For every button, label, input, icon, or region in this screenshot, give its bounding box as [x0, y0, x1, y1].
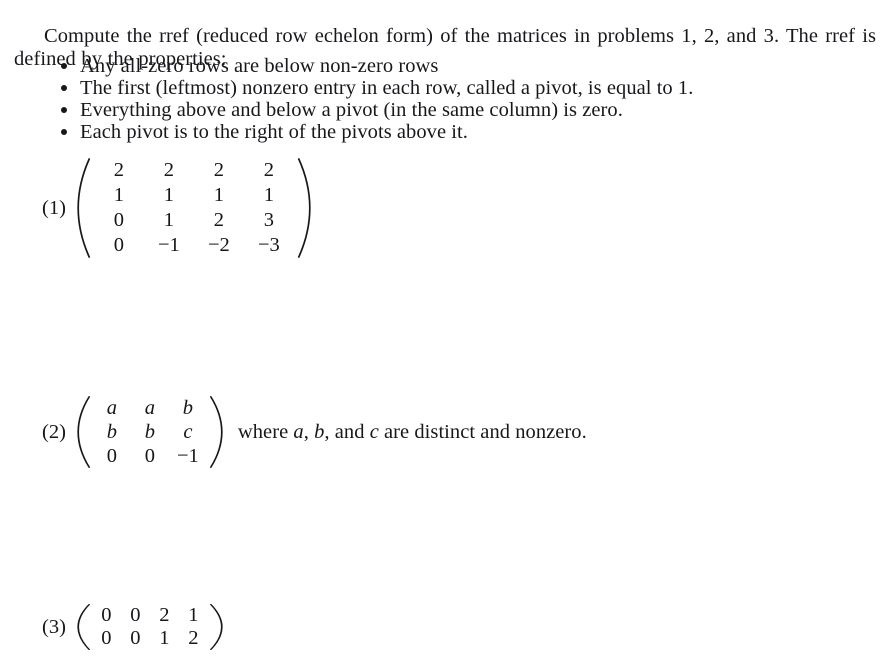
- matrix-cell: b: [106, 420, 118, 443]
- problem-1: (1) 2 2 2 2 1 1 1 1 0 1 2 3 0 −1 −2 −3: [42, 158, 312, 258]
- matrix-cell: 1: [113, 184, 125, 207]
- matrix-grid: 2 2 2 2 1 1 1 1 0 1 2 3 0 −1 −2 −3: [94, 158, 294, 258]
- matrix-grid: a a b b b c 0 0 −1: [93, 396, 207, 468]
- table-row: 0 0 −1: [93, 444, 207, 468]
- left-paren-icon: [76, 396, 91, 468]
- matrix-cell: 1: [213, 184, 225, 207]
- left-paren-icon: [76, 158, 91, 258]
- table-row: 0 0 2 1: [92, 604, 208, 627]
- matrix-cell: 0: [113, 209, 125, 232]
- note-sep-1: ,: [303, 420, 315, 443]
- matrix-cell: 0: [101, 604, 112, 627]
- matrix-cell: a: [144, 396, 156, 419]
- right-paren-icon: [209, 396, 224, 468]
- problem-3-label: (3): [42, 615, 66, 638]
- matrix-cell: 2: [213, 159, 225, 182]
- note-suffix: are distinct and nonzero.: [378, 420, 587, 443]
- matrix-cell: 2: [163, 159, 175, 182]
- problem-2-note: where a, b, and c are distinct and nonze…: [238, 421, 587, 444]
- matrix-cell: −2: [208, 234, 230, 257]
- matrix-cell: 1: [163, 209, 175, 232]
- note-var-c: c: [369, 420, 379, 443]
- bullet-icon: [61, 85, 67, 91]
- right-paren-icon: [297, 158, 312, 258]
- problem-3-matrix: 0 0 2 1 0 0 1 2: [76, 604, 224, 650]
- matrix-cell: 0: [113, 234, 125, 257]
- matrix-cell: b: [182, 396, 194, 419]
- bullet-icon: [61, 129, 67, 135]
- problem-3: (3) 0 0 2 1 0 0 1 2: [42, 604, 224, 650]
- problem-2: (2) a a b b b c 0 0 −1 where a, b, and c…: [42, 396, 587, 468]
- table-row: a a b: [93, 396, 207, 420]
- matrix-cell: 0: [106, 444, 118, 467]
- note-sep-2: , and: [324, 420, 370, 443]
- table-row: 2 2 2 2: [94, 158, 294, 183]
- matrix-cell: 2: [113, 159, 125, 182]
- matrix-cell: a: [106, 396, 118, 419]
- list-item-label: Any all-zero rows are below non-zero row…: [80, 55, 439, 77]
- list-item: Each pivot is to the right of the pivots…: [56, 121, 856, 143]
- matrix-cell: 2: [159, 604, 170, 627]
- list-item-label: The first (leftmost) nonzero entry in ea…: [80, 77, 694, 99]
- problem-2-matrix: a a b b b c 0 0 −1: [76, 396, 224, 468]
- table-row: 1 1 1 1: [94, 183, 294, 208]
- matrix-cell: 2: [188, 627, 199, 650]
- list-item: Everything above and below a pivot (in t…: [56, 99, 856, 121]
- problem-1-matrix: 2 2 2 2 1 1 1 1 0 1 2 3 0 −1 −2 −3: [76, 158, 312, 258]
- right-paren-icon: [209, 604, 224, 650]
- bullet-icon: [61, 63, 67, 69]
- matrix-cell: 2: [213, 209, 225, 232]
- rref-properties-list: Any all-zero rows are below non-zero row…: [56, 55, 856, 143]
- matrix-cell: b: [144, 420, 156, 443]
- document-page: Compute the rref (reduced row echelon fo…: [0, 0, 895, 664]
- matrix-cell: −1: [158, 234, 180, 257]
- table-row: b b c: [93, 420, 207, 444]
- bullet-icon: [61, 107, 67, 113]
- problem-1-label: (1): [42, 196, 66, 219]
- list-item-label: Each pivot is to the right of the pivots…: [80, 121, 468, 143]
- problem-2-label: (2): [42, 420, 66, 443]
- note-prefix: where: [237, 420, 294, 443]
- matrix-cell: 1: [159, 627, 170, 650]
- matrix-cell: 0: [144, 444, 156, 467]
- left-paren-icon: [76, 604, 91, 650]
- matrix-grid: 0 0 2 1 0 0 1 2: [92, 604, 208, 650]
- note-var-b: b: [314, 420, 325, 443]
- matrix-cell: c: [183, 420, 193, 443]
- list-item: The first (leftmost) nonzero entry in ea…: [56, 77, 856, 99]
- note-var-a: a: [293, 420, 304, 443]
- matrix-cell: 1: [163, 184, 175, 207]
- matrix-cell: −1: [177, 444, 199, 467]
- matrix-cell: 2: [263, 159, 275, 182]
- matrix-cell: 0: [130, 627, 141, 650]
- table-row: 0 0 1 2: [92, 627, 208, 650]
- matrix-cell: 1: [263, 184, 275, 207]
- matrix-cell: 0: [130, 604, 141, 627]
- matrix-cell: 1: [188, 604, 199, 627]
- table-row: 0 −1 −2 −3: [94, 233, 294, 258]
- list-item-label: Everything above and below a pivot (in t…: [80, 99, 623, 121]
- matrix-cell: 0: [101, 627, 112, 650]
- matrix-cell: −3: [258, 234, 280, 257]
- matrix-cell: 3: [263, 209, 275, 232]
- list-item: Any all-zero rows are below non-zero row…: [56, 55, 856, 77]
- table-row: 0 1 2 3: [94, 208, 294, 233]
